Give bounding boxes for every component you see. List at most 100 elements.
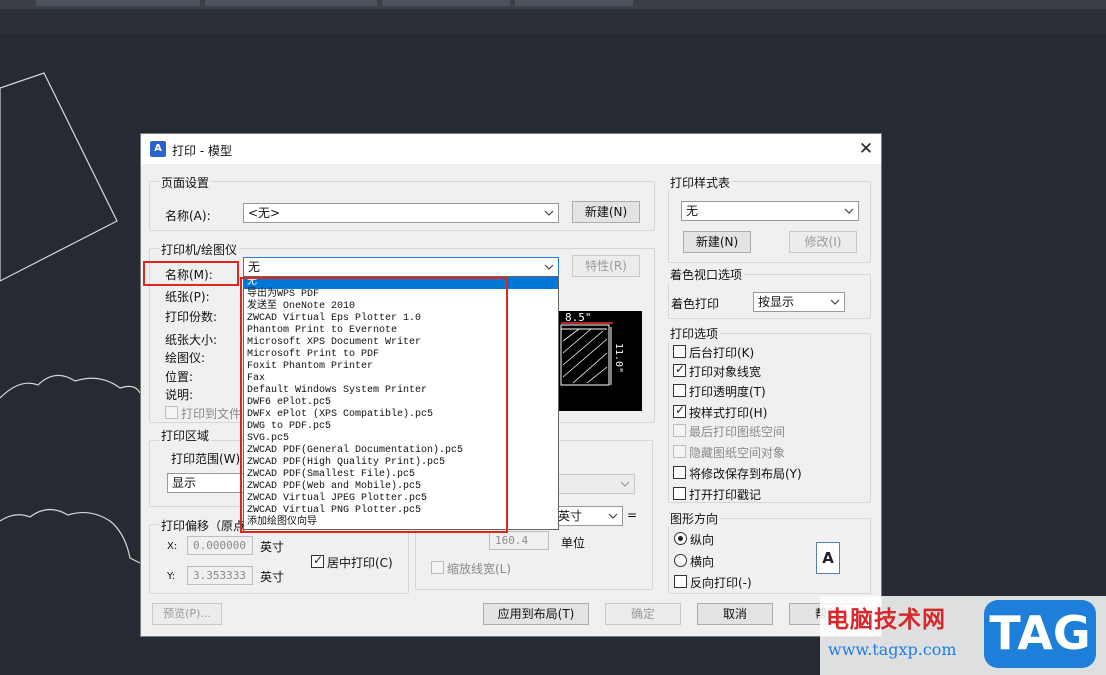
printer-properties-button[interactable]: 特性(R): [572, 255, 640, 277]
offset-x-unit: 英寸: [260, 540, 285, 554]
plot-option-label: 后台打印(K): [689, 346, 755, 360]
description-label: 说明:: [165, 388, 194, 402]
check-mark-icon: ✓: [675, 403, 686, 417]
shade-plot-select[interactable]: 按显示: [753, 292, 845, 312]
offset-x-input[interactable]: 0.000000: [187, 536, 253, 555]
chevron-down-icon: [544, 264, 554, 270]
plot-option-checkbox[interactable]: [673, 384, 686, 397]
paper-preview-graphic: [560, 322, 613, 386]
paper-label: 纸张(P):: [165, 290, 210, 304]
ok-button[interactable]: 确定: [605, 603, 681, 625]
portrait-radio[interactable]: [674, 532, 687, 545]
printer-name-value: 无: [248, 260, 261, 274]
page-setup-legend: 页面设置: [159, 174, 212, 191]
plot-range-label: 打印范围(W): [171, 452, 241, 466]
plot-option-label: 打开打印戳记: [689, 488, 762, 502]
landscape-label: 横向: [690, 555, 715, 569]
scale-unit-select[interactable]: 英寸: [553, 506, 623, 526]
preview-height-text: 11.0": [613, 343, 624, 374]
cad-ribbon-strip: [0, 9, 1106, 33]
radio-dot: [678, 536, 683, 541]
cad-cloud-shape-top: [0, 374, 141, 399]
watermark-tag-logo: TAG: [984, 600, 1096, 668]
plot-option-label: 隐藏图纸空间对象: [689, 446, 786, 460]
plotter-label: 绘图仪:: [165, 351, 206, 365]
plot-style-new-button[interactable]: 新建(N): [683, 231, 751, 253]
check-mark-icon: ✓: [313, 553, 324, 567]
scale-lineweights-checkbox[interactable]: [431, 561, 444, 574]
plot-option-checkbox[interactable]: ✓: [673, 403, 686, 418]
plot-option-label: 将修改保存到布局(Y): [689, 467, 802, 481]
highlight-box-dropdown: [240, 277, 508, 533]
center-plot-checkbox[interactable]: ✓: [311, 553, 324, 568]
preview-button[interactable]: 预览(P)...: [152, 603, 222, 625]
toolbar-segment: [36, 0, 200, 6]
plot-option-label: 最后打印图纸空间: [689, 425, 786, 439]
printer-name-select[interactable]: 无: [243, 257, 559, 277]
plot-area-legend: 打印区域: [159, 427, 212, 444]
plot-option-checkbox[interactable]: [673, 466, 686, 479]
app-logo-icon: A: [150, 141, 166, 157]
plot-style-select[interactable]: 无: [681, 201, 859, 221]
chevron-down-icon: [844, 208, 854, 214]
page-setup-new-button[interactable]: 新建(N): [572, 201, 640, 223]
toolbar-segment: [382, 0, 510, 6]
cancel-button[interactable]: 取消: [697, 603, 773, 625]
reverse-plot-checkbox[interactable]: [674, 575, 687, 588]
page-setup-name-value: <无>: [248, 206, 281, 220]
plot-range-value: 显示: [172, 476, 197, 490]
chevron-down-icon: [830, 299, 840, 305]
scale-units-label: 单位: [561, 536, 586, 550]
offset-y-input[interactable]: 3.353333: [187, 566, 253, 585]
watermark-url: www.tagxp.com: [828, 640, 957, 659]
plot-option-label: 打印对象线宽: [689, 365, 762, 379]
apply-to-layout-button[interactable]: 应用到布局(T): [483, 603, 589, 625]
landscape-radio[interactable]: [674, 554, 687, 567]
page-setup-name-select[interactable]: <无>: [243, 203, 559, 223]
chevron-down-icon: [608, 513, 618, 519]
paper-size-label: 纸张大小:: [165, 333, 218, 347]
dialog-title: 打印 - 模型: [172, 144, 232, 158]
portrait-orientation-icon: A: [816, 542, 840, 574]
plot-offset-legend: 打印偏移（原点: [159, 517, 248, 534]
plot-option-checkbox[interactable]: ✓: [673, 362, 686, 377]
plot-style-edit-button[interactable]: 修改(I): [789, 231, 857, 253]
chevron-down-icon: [620, 481, 630, 487]
plot-options-legend: 打印选项: [668, 325, 721, 342]
scale-units-input[interactable]: 160.4: [489, 531, 549, 550]
page-setup-name-label: 名称(A):: [165, 209, 211, 223]
scale-equals-sign: =: [627, 508, 638, 522]
check-mark-icon: ✓: [675, 362, 686, 376]
plot-style-legend: 打印样式表: [668, 174, 733, 191]
cad-top-toolbar: [0, 0, 1106, 9]
preview-width-text: 8.5": [565, 311, 592, 324]
offset-y-unit: 英寸: [260, 570, 285, 584]
scale-lineweights-label: 缩放线宽(L): [447, 562, 512, 576]
plot-option-label: 打印透明度(T): [689, 385, 766, 399]
chevron-down-icon: [544, 210, 554, 216]
scale-unit-value: 英寸: [558, 509, 583, 523]
orientation-legend: 图形方向: [668, 510, 721, 527]
highlight-box-name-label: [143, 261, 239, 286]
toolbar-segment: [205, 0, 377, 6]
shaded-viewport-legend: 着色视口选项: [668, 266, 745, 283]
close-icon[interactable]: ✕: [855, 138, 877, 160]
plot-option-checkbox[interactable]: [673, 487, 686, 500]
cad-cloud-shape-bottom: [0, 508, 141, 564]
portrait-label: 纵向: [690, 533, 715, 547]
plot-option-checkbox[interactable]: [673, 424, 686, 437]
plot-option-checkbox[interactable]: [673, 445, 686, 458]
plot-style-value: 无: [686, 204, 699, 218]
center-plot-label: 居中打印(C): [327, 556, 393, 570]
plot-option-label: 按样式打印(H): [689, 406, 768, 420]
plot-option-checkbox[interactable]: [673, 345, 686, 358]
watermark-site-name: 电脑技术网: [826, 607, 946, 633]
shade-plot-label: 着色打印: [671, 297, 720, 311]
copies-label: 打印份数:: [165, 310, 218, 324]
print-to-file-label: 打印到文件: [181, 407, 242, 421]
scale-select[interactable]: [553, 474, 635, 494]
offset-y-label: Y:: [167, 571, 176, 582]
print-dialog: A 打印 - 模型 ✕ 页面设置 名称(A): <无> 新建(N) 打印机/绘图…: [140, 133, 882, 637]
offset-x-label: X:: [167, 541, 178, 552]
print-to-file-checkbox[interactable]: [165, 406, 178, 419]
